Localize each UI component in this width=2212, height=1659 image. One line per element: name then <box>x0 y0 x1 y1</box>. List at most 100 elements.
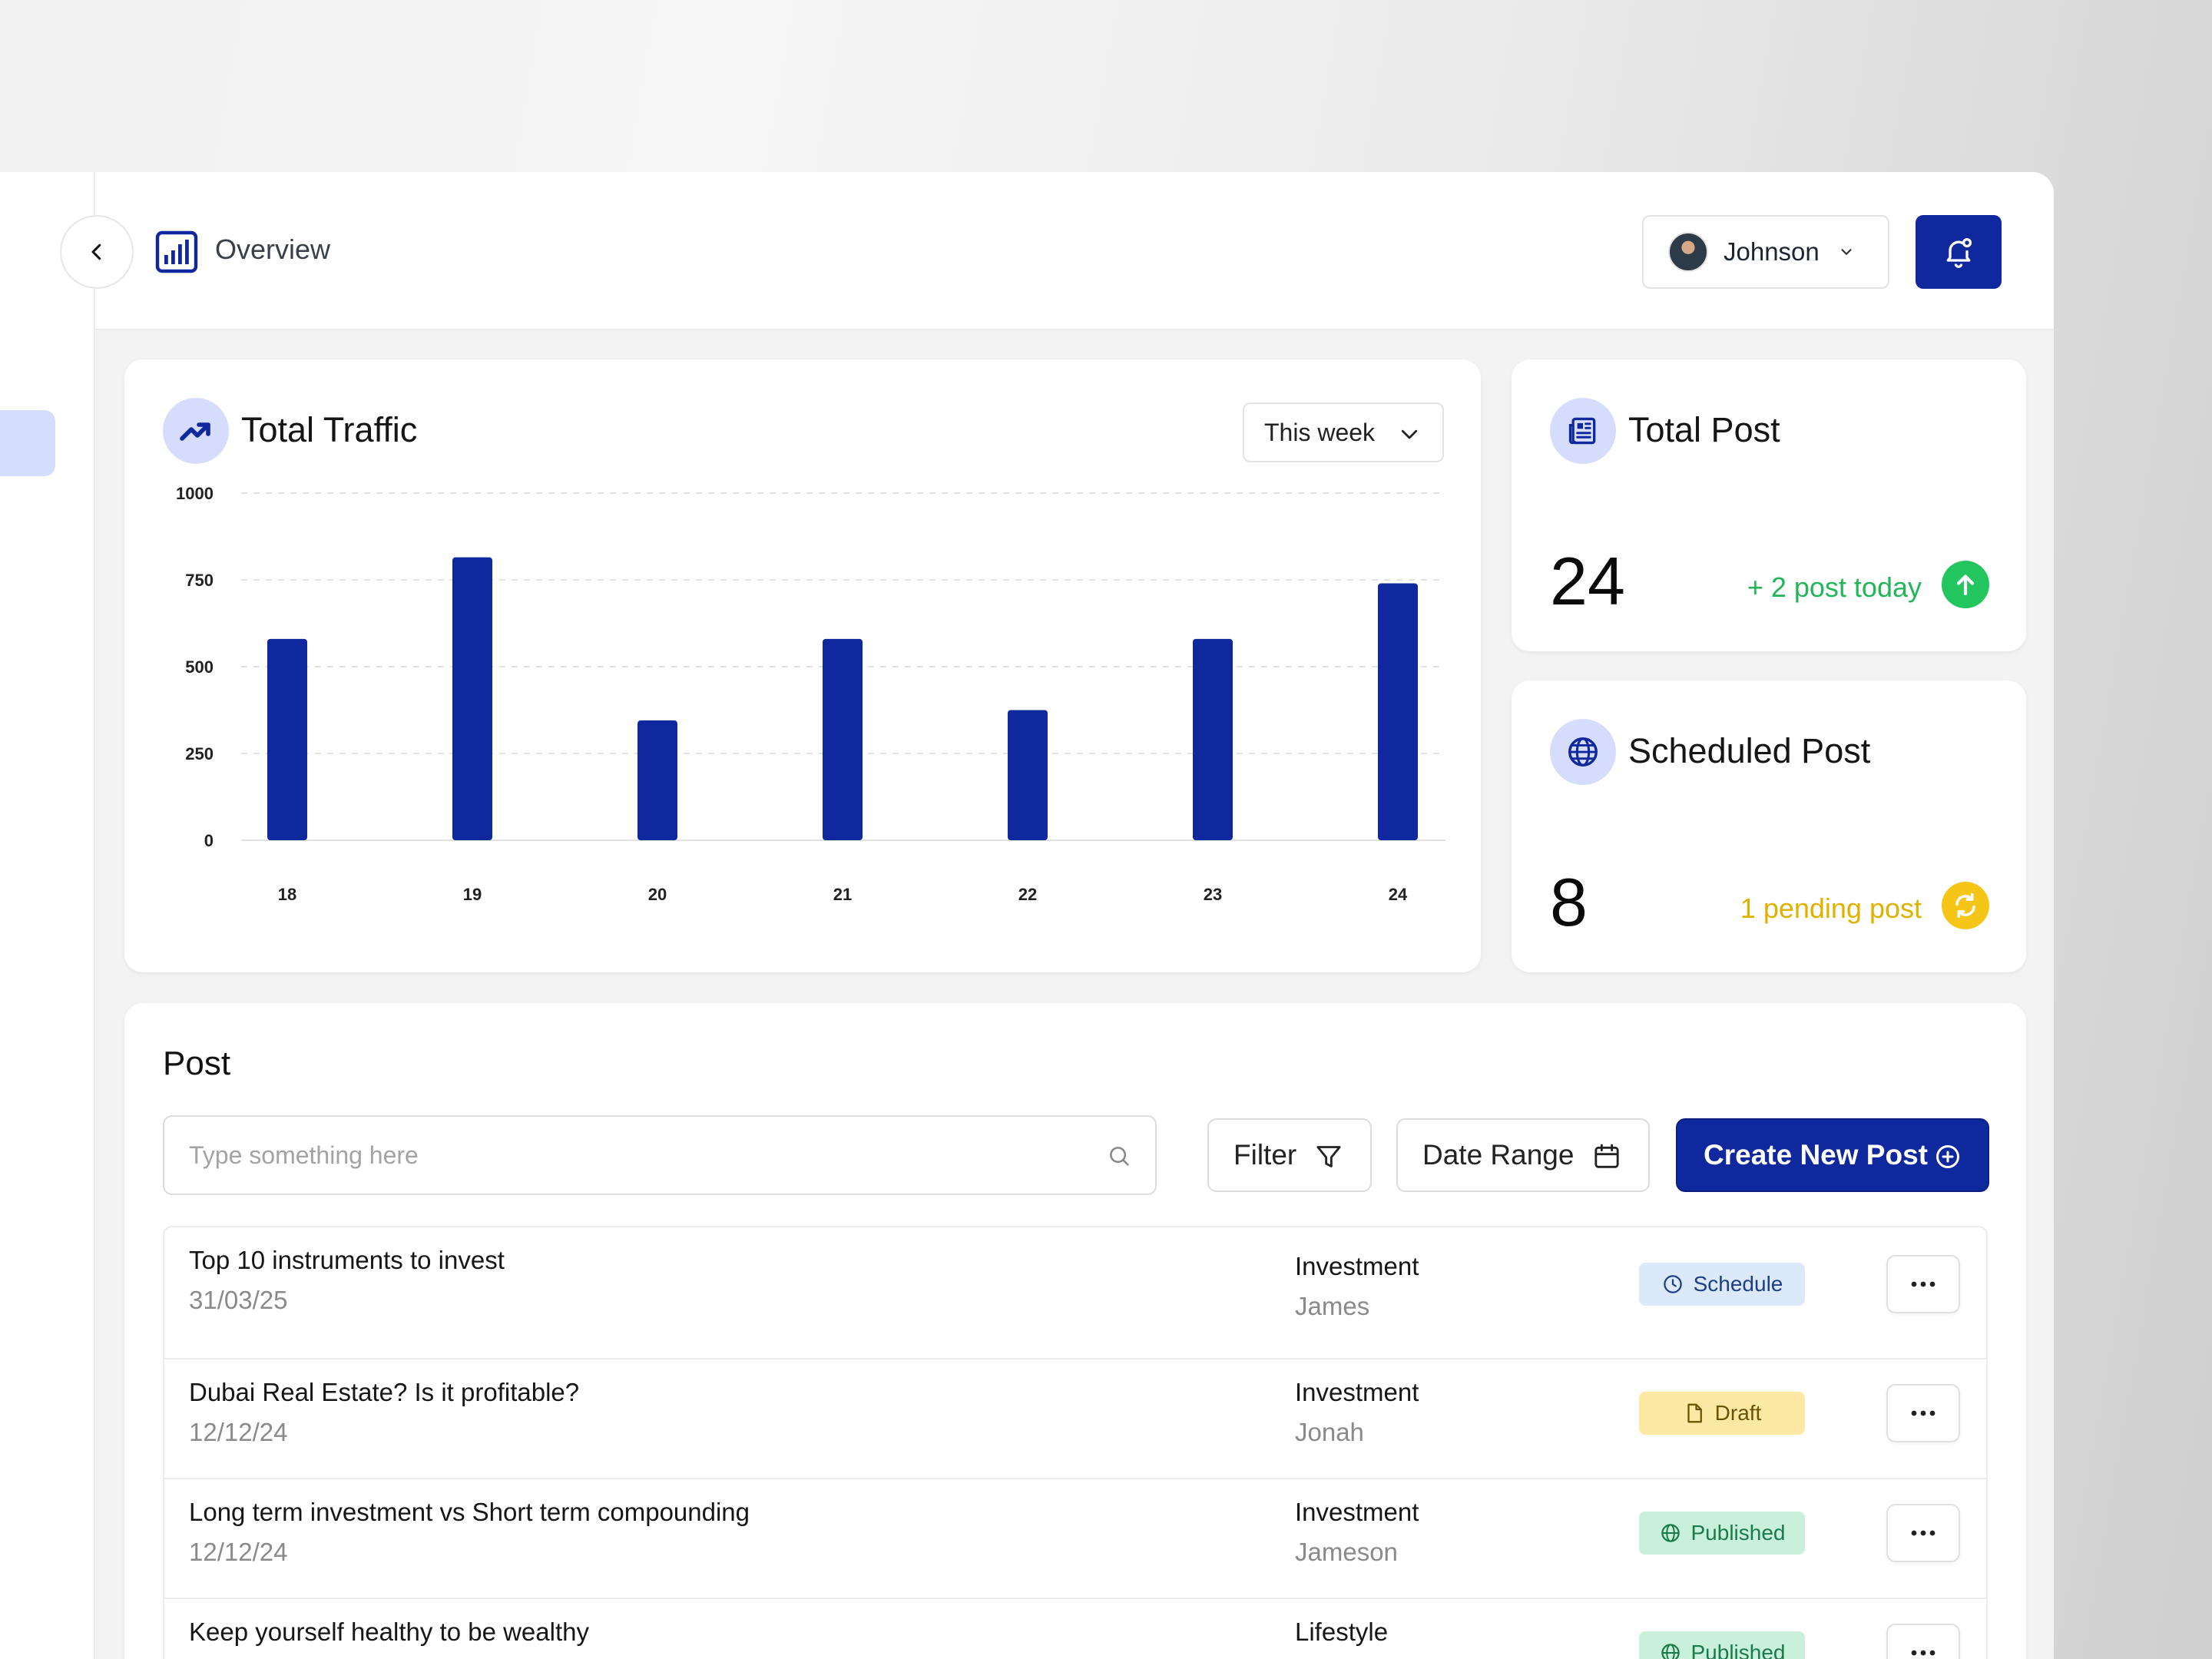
bar-23[interactable] <box>1193 638 1233 840</box>
row-more-button[interactable] <box>1886 1624 1960 1659</box>
pending-post-note: 1 pending post <box>1740 892 1922 924</box>
status-badge: Schedule <box>1639 1263 1805 1306</box>
filter-button[interactable]: Filter <box>1207 1118 1372 1192</box>
date-range-label: Date Range <box>1422 1139 1575 1171</box>
arrow-up-icon <box>1956 575 1975 596</box>
more-horizontal-icon <box>1911 1530 1936 1536</box>
status-label: Draft <box>1714 1401 1762 1425</box>
bar-18[interactable] <box>267 638 307 840</box>
post-date: 12/12/24 <box>189 1538 288 1566</box>
x-tick-label: 20 <box>648 885 667 904</box>
y-tick-label: 750 <box>185 571 214 590</box>
post-author: James <box>1295 1292 1370 1320</box>
status-badge: Draft <box>1639 1392 1805 1435</box>
post-title: Keep yourself healthy to be wealthy <box>189 1618 589 1646</box>
total-post-card: Total Post 24 + 2 post today <box>1512 359 2026 651</box>
funnel-icon <box>1316 1146 1341 1167</box>
post-title: Long term investment vs Short term compo… <box>189 1498 750 1526</box>
create-new-post-button[interactable]: Create New Post <box>1676 1118 1989 1192</box>
document-icon <box>1687 1403 1702 1423</box>
create-new-post-label: Create New Post <box>1704 1139 1928 1171</box>
scheduled-post-count: 8 <box>1550 864 1588 940</box>
filter-label: Filter <box>1233 1139 1297 1171</box>
refresh-icon <box>1955 893 1975 918</box>
status-badge: Published <box>1639 1631 1805 1659</box>
calendar-icon <box>1594 1144 1619 1168</box>
search-icon <box>1110 1147 1129 1166</box>
top-header: Overview Johnson <box>60 172 2054 330</box>
table-row[interactable]: Top 10 instruments to invest 31/03/25 In… <box>164 1227 1986 1359</box>
status-badge: Published <box>1639 1512 1805 1555</box>
y-tick-label: 1000 <box>176 484 214 503</box>
refresh-badge <box>1942 882 1989 929</box>
sidebar <box>0 172 95 1659</box>
globe-icon <box>1568 737 1598 767</box>
row-more-button[interactable] <box>1886 1384 1960 1442</box>
table-row[interactable]: Long term investment vs Short term compo… <box>164 1479 1986 1599</box>
bar-21[interactable] <box>823 638 863 840</box>
bar-19[interactable] <box>452 557 492 840</box>
post-title: Dubai Real Estate? Is it profitable? <box>189 1378 580 1406</box>
post-date: 12/12/24 <box>189 1418 288 1446</box>
avatar <box>1668 232 1708 272</box>
y-tick-label: 500 <box>185 657 214 677</box>
post-list-title: Post <box>163 1045 231 1082</box>
post-date: 31/03/25 <box>189 1286 288 1314</box>
post-title: Top 10 instruments to invest <box>189 1246 505 1274</box>
x-tick-label: 19 <box>463 885 482 904</box>
table-row[interactable]: Keep yourself healthy to be wealthy Life… <box>164 1599 1986 1659</box>
globe-icon-badge <box>1550 719 1616 785</box>
traffic-bar-chart: 0 250 500 750 1000 18 19 20 21 22 23 24 <box>176 484 1445 904</box>
date-range-button[interactable]: Date Range <box>1396 1118 1650 1192</box>
status-label: Schedule <box>1693 1272 1783 1296</box>
more-horizontal-icon <box>1911 1281 1936 1287</box>
newspaper-icon <box>1568 417 1596 445</box>
x-tick-label: 23 <box>1204 885 1222 904</box>
row-more-button[interactable] <box>1886 1255 1960 1313</box>
bar-24[interactable] <box>1378 583 1418 840</box>
total-traffic-card: Total Traffic This week 0 250 500 750 1000 18… <box>124 359 1481 972</box>
x-tick-label: 21 <box>833 885 852 904</box>
chevron-left-icon <box>91 243 101 260</box>
chevron-down-icon <box>1841 249 1852 255</box>
post-category: Lifestyle <box>1295 1618 1389 1646</box>
page-title: Overview <box>215 233 331 265</box>
row-more-button[interactable] <box>1886 1504 1960 1562</box>
table-row[interactable]: Dubai Real Estate? Is it profitable? 12/… <box>164 1359 1986 1479</box>
y-tick-label: 0 <box>204 831 214 850</box>
user-menu-dropdown[interactable]: Johnson <box>1642 215 1889 289</box>
post-list-card: Post Filter Date Range Create New Post <box>124 1003 2026 1659</box>
scheduled-post-title: Scheduled Post <box>1628 731 1871 770</box>
x-tick-label: 18 <box>278 885 296 904</box>
search-input[interactable] <box>189 1117 1072 1194</box>
post-author: Jonah <box>1295 1418 1364 1446</box>
scheduled-post-card: Scheduled Post 8 1 pending post <box>1512 680 2026 972</box>
back-button[interactable] <box>60 215 134 289</box>
globe-icon <box>1661 1644 1680 1659</box>
clock-icon <box>1663 1275 1682 1293</box>
notification-button[interactable] <box>1916 215 2002 289</box>
arrow-up-badge <box>1942 561 1989 608</box>
x-tick-label: 22 <box>1018 885 1037 904</box>
globe-icon <box>1661 1524 1680 1542</box>
bell-icon <box>1946 238 1972 268</box>
more-horizontal-icon <box>1911 1650 1936 1656</box>
post-today-note: + 2 post today <box>1747 571 1922 603</box>
search-box <box>163 1115 1157 1195</box>
total-post-count: 24 <box>1550 543 1625 619</box>
user-name: Johnson <box>1724 237 1820 266</box>
app-window: Overview Johnson Total Traffic This week <box>0 172 2054 1659</box>
post-category: Investment <box>1295 1252 1419 1280</box>
bar-22[interactable] <box>1008 710 1048 841</box>
post-author: Jameson <box>1295 1538 1398 1566</box>
bar-20[interactable] <box>637 720 677 840</box>
bar-chart-icon <box>155 230 198 273</box>
post-category: Investment <box>1295 1378 1419 1406</box>
sidebar-active-item[interactable] <box>0 410 55 476</box>
status-label: Published <box>1690 1641 1786 1659</box>
y-tick-label: 250 <box>185 744 214 763</box>
more-horizontal-icon <box>1911 1410 1936 1416</box>
x-tick-label: 24 <box>1389 885 1408 904</box>
post-category: Investment <box>1295 1498 1419 1526</box>
post-icon-badge <box>1550 398 1616 464</box>
